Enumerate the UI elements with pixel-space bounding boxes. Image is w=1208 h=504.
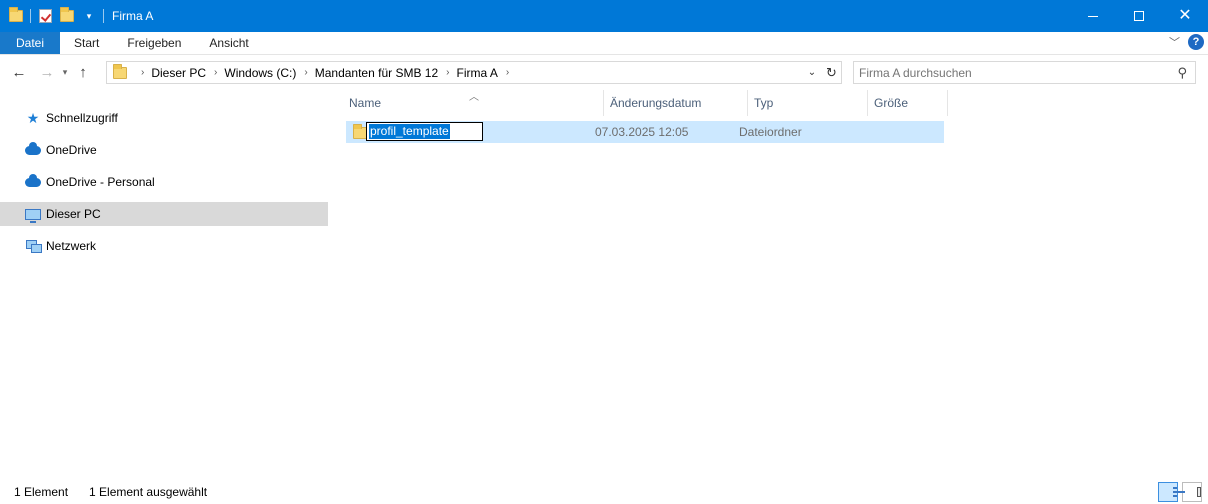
window-controls: ✕ <box>1070 0 1208 32</box>
maximize-icon <box>1134 11 1144 21</box>
navigation-pane: ★ Schnellzugriff OneDrive OneDrive - Per… <box>0 88 330 480</box>
close-button[interactable]: ✕ <box>1162 0 1208 32</box>
sidebar-item-label: OneDrive - Personal <box>46 175 155 189</box>
folder-icon <box>353 124 367 142</box>
ribbon-tabs: Datei Start Freigeben Ansicht ﹀ ? <box>0 32 1208 55</box>
chevron-down-icon: ⌄ <box>807 67 817 78</box>
recent-locations-button[interactable]: ▾ <box>58 61 72 83</box>
back-button[interactable]: ← <box>8 61 30 83</box>
sidebar-item-onedrive-personal[interactable]: OneDrive - Personal <box>0 170 328 194</box>
search-input[interactable] <box>854 65 1154 80</box>
sidebar-item-schnellzugriff[interactable]: ★ Schnellzugriff <box>0 106 328 130</box>
breadcrumb-item[interactable]: Firma A <box>456 66 497 80</box>
forward-button[interactable]: → <box>36 61 58 83</box>
search-box[interactable]: ⚲ <box>853 61 1196 84</box>
search-icon[interactable]: ⚲ <box>1177 65 1187 81</box>
sidebar-item-label: OneDrive <box>46 143 97 157</box>
address-dropdown-button[interactable]: ⌄ <box>803 62 821 83</box>
tab-start[interactable]: Start <box>60 32 113 54</box>
breadcrumb-item[interactable]: Dieser PC <box>151 66 206 80</box>
star-icon: ★ <box>26 109 40 126</box>
breadcrumb-separator-icon[interactable]: › <box>506 67 509 78</box>
toolbar-separator <box>103 9 104 23</box>
ribbon-right-controls: ﹀ ? <box>1169 34 1204 50</box>
expand-ribbon-icon[interactable]: ﹀ <box>1169 34 1180 50</box>
folder-icon <box>8 7 24 24</box>
status-bar: 1 Element 1 Element ausgewählt <box>0 480 1208 504</box>
refresh-icon: ↻ <box>826 64 837 80</box>
customize-toolbar-dropdown[interactable]: ▾ <box>81 8 97 24</box>
breadcrumb-item[interactable]: Windows (C:) <box>224 66 296 80</box>
tab-freigeben[interactable]: Freigeben <box>113 32 195 54</box>
arrow-left-icon: ← <box>11 63 27 81</box>
refresh-button[interactable]: ↻ <box>822 61 842 84</box>
cloud-icon <box>24 141 42 158</box>
breadcrumb-separator-icon[interactable]: › <box>304 67 307 78</box>
rename-input[interactable]: profil_template <box>366 122 483 141</box>
maximize-button[interactable] <box>1116 0 1162 32</box>
selection-count: 1 Element ausgewählt <box>89 485 208 499</box>
sidebar-item-dieser-pc[interactable]: Dieser PC <box>0 202 328 226</box>
chevron-down-icon: ▾ <box>62 66 68 77</box>
file-type: Dateiordner <box>739 125 802 139</box>
navigation-row: ← → ▾ ↑ › Dieser PC › Windows (C:) › Man… <box>0 56 1208 88</box>
tab-datei[interactable]: Datei <box>0 32 61 54</box>
sidebar-item-netzwerk[interactable]: Netzwerk <box>0 234 328 258</box>
column-header-type[interactable]: Typ <box>748 90 868 116</box>
minimize-button[interactable] <box>1070 0 1116 32</box>
column-header-size[interactable]: Größe <box>868 90 948 116</box>
breadcrumb-separator-icon[interactable]: › <box>141 67 144 78</box>
view-switcher <box>1158 482 1202 502</box>
tab-ansicht[interactable]: Ansicht <box>195 32 262 54</box>
file-name: profil_template <box>369 124 450 139</box>
breadcrumb-separator-icon[interactable]: › <box>446 67 449 78</box>
details-view-icon <box>1173 487 1185 497</box>
sidebar-item-label: Schnellzugriff <box>46 111 118 125</box>
column-header-date[interactable]: Änderungsdatum <box>604 90 748 116</box>
file-date: 07.03.2025 12:05 <box>595 125 689 139</box>
sidebar-item-onedrive[interactable]: OneDrive <box>0 138 328 162</box>
column-header-name[interactable]: Name <box>343 90 604 116</box>
help-icon[interactable]: ? <box>1188 34 1204 50</box>
close-icon: ✕ <box>1178 7 1192 24</box>
quick-access-toolbar: ▾ <box>0 0 110 32</box>
large-icons-view-button[interactable] <box>1182 482 1202 502</box>
folder-icon <box>113 63 127 82</box>
up-button[interactable]: ↑ <box>72 61 94 83</box>
breadcrumb-item[interactable]: Mandanten für SMB 12 <box>315 66 438 80</box>
item-count: 1 Element <box>14 485 69 499</box>
toolbar-separator <box>30 9 31 23</box>
cloud-icon <box>24 173 42 190</box>
breadcrumb-separator-icon[interactable]: › <box>214 67 217 78</box>
table-row[interactable]: profil_template 07.03.2025 12:05 Dateior… <box>346 121 944 143</box>
window-title: Firma A <box>112 9 154 23</box>
details-view-button[interactable] <box>1158 482 1185 502</box>
network-icon <box>24 238 42 254</box>
address-bar[interactable]: › Dieser PC › Windows (C:) › Mandanten f… <box>106 61 842 84</box>
title-bar: ▾ Firma A ✕ <box>0 0 1208 32</box>
properties-icon[interactable] <box>37 8 53 24</box>
large-icons-view-icon <box>1197 487 1201 497</box>
sidebar-item-label: Dieser PC <box>46 207 101 221</box>
computer-icon <box>24 206 42 223</box>
minimize-icon <box>1088 15 1098 17</box>
new-folder-icon[interactable] <box>59 7 75 24</box>
arrow-up-icon: ↑ <box>79 63 87 81</box>
arrow-right-icon: → <box>39 63 55 81</box>
sidebar-item-label: Netzwerk <box>46 239 97 253</box>
file-list: ︿ Name Änderungsdatum Typ Größe profil_t… <box>331 88 1208 480</box>
